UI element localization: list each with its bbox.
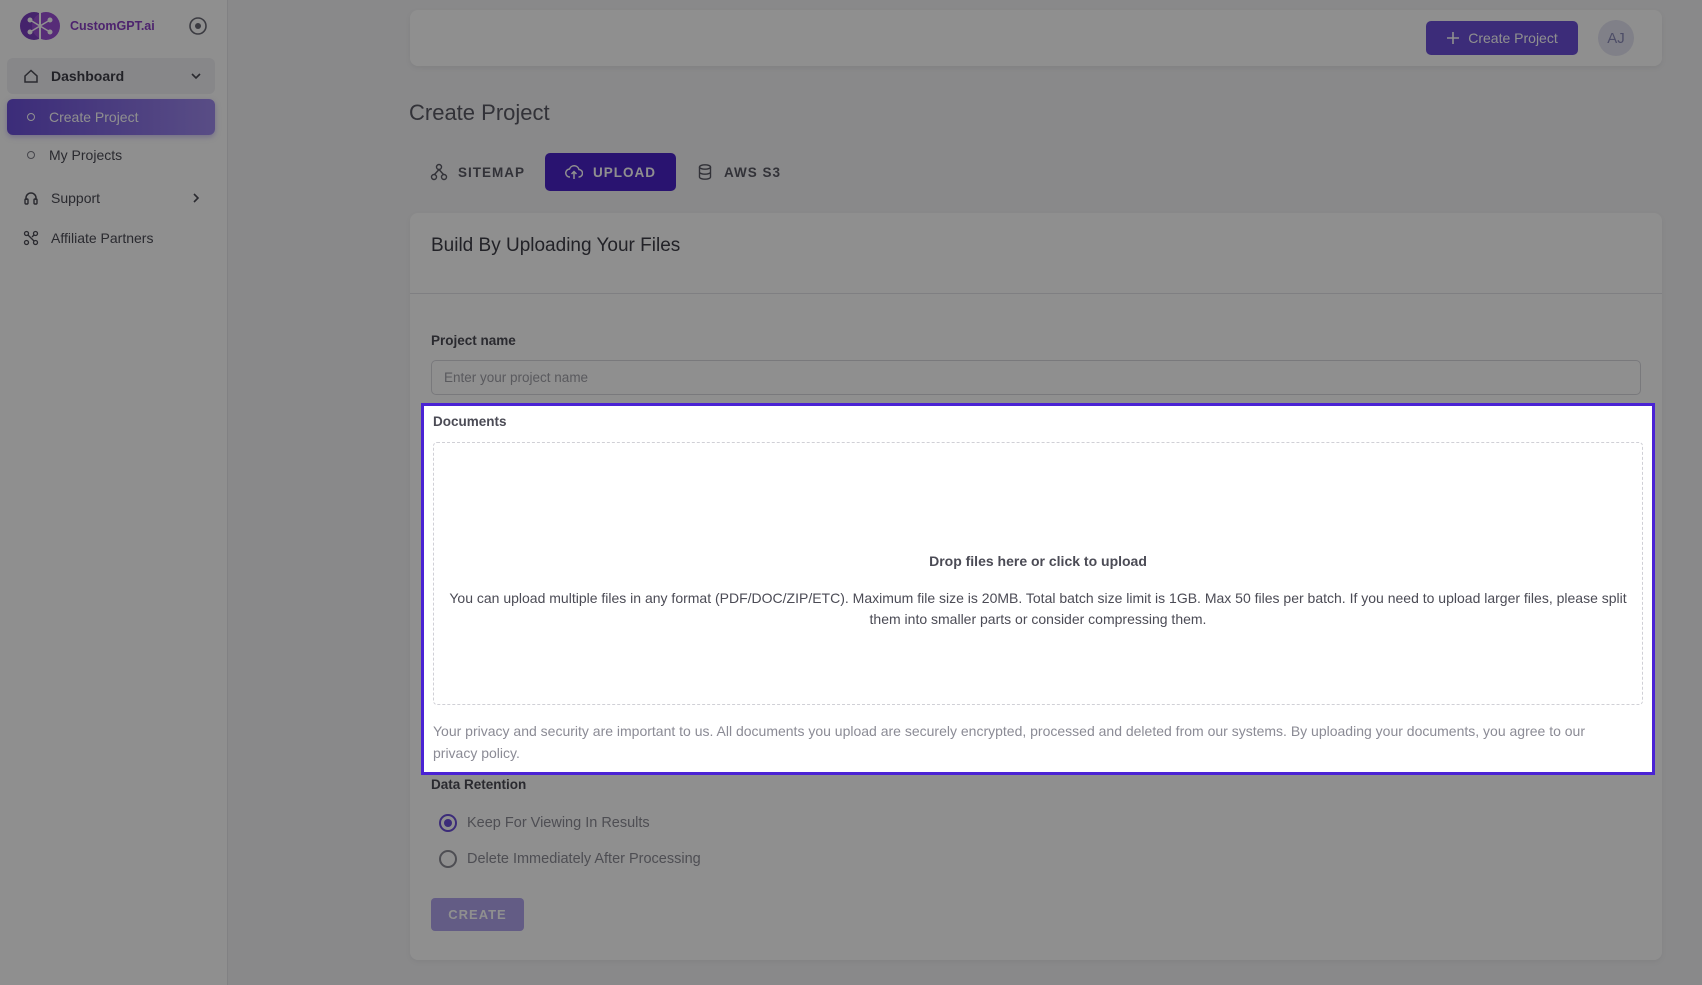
brand-name: CustomGPT.ai — [70, 19, 155, 33]
sidebar-item-support[interactable]: Support — [7, 180, 215, 216]
brain-logo-icon — [20, 12, 60, 40]
sidebar-item-my-projects[interactable]: My Projects — [7, 137, 215, 173]
tab-sitemap-label: SITEMAP — [458, 164, 526, 180]
sidebar-item-label: Dashboard — [51, 68, 125, 84]
header-create-project-label: Create Project — [1468, 30, 1558, 46]
tab-upload-label: UPLOAD — [593, 164, 657, 180]
tab-upload[interactable]: UPLOAD — [545, 153, 677, 191]
header-create-project-button[interactable]: Create Project — [1426, 21, 1578, 55]
sitemap-icon — [430, 163, 448, 181]
sidebar-item-label: My Projects — [49, 147, 123, 163]
tab-aws-s3[interactable]: AWS S3 — [676, 153, 801, 191]
radio-keep-for-viewing[interactable]: Keep For Viewing In Results — [439, 814, 650, 832]
documents-section: Documents Drop files here or click to up… — [421, 403, 1655, 775]
database-icon — [698, 164, 712, 180]
sidebar-item-dashboard[interactable]: Dashboard — [7, 58, 215, 94]
radio-delete-immediately[interactable]: Delete Immediately After Processing — [439, 850, 701, 868]
privacy-notice: Your privacy and security are important … — [433, 723, 1585, 761]
sidebar-item-affiliate-partners[interactable]: Affiliate Partners — [7, 220, 215, 256]
project-name-label: Project name — [431, 333, 516, 348]
chevron-down-icon — [191, 73, 201, 80]
documents-label: Documents — [433, 414, 507, 429]
headset-icon — [24, 192, 38, 205]
dropzone-description: You can upload multiple files in any for… — [449, 590, 1627, 627]
plus-icon — [1447, 32, 1460, 44]
home-icon — [24, 69, 38, 83]
avatar[interactable]: AJ — [1598, 20, 1634, 56]
radio-unselected-icon[interactable] — [439, 850, 457, 868]
top-bar: Create Project AJ — [410, 10, 1662, 66]
sidebar-item-label: Create Project — [49, 109, 139, 125]
sidebar-item-label: Affiliate Partners — [51, 230, 154, 246]
bullet-icon — [27, 113, 35, 121]
source-tabs: SITEMAP UPLOAD AWS S3 — [410, 153, 801, 191]
cloud-upload-icon — [565, 165, 584, 179]
bullet-icon — [27, 151, 35, 159]
network-icon — [23, 230, 39, 246]
create-button[interactable]: CREATE — [431, 898, 524, 931]
brand[interactable]: CustomGPT.ai — [18, 4, 155, 48]
card-title: Build By Uploading Your Files — [431, 235, 681, 256]
sidebar-item-create-project[interactable]: Create Project — [7, 99, 215, 135]
data-retention-label: Data Retention — [431, 777, 527, 792]
card-divider — [410, 293, 1662, 294]
project-name-input[interactable] — [431, 360, 1641, 395]
dropzone-title: Drop files here or click to upload — [929, 553, 1147, 569]
tab-aws-s3-label: AWS S3 — [724, 164, 782, 180]
radio-selected-icon[interactable] — [439, 814, 457, 832]
sidebar: CustomGPT.ai Dashboard Create Project My… — [0, 0, 228, 985]
tab-sitemap[interactable]: SITEMAP — [410, 153, 545, 191]
chevron-right-icon — [193, 193, 200, 203]
radio-label: Keep For Viewing In Results — [467, 815, 650, 831]
page-title: Create Project — [409, 100, 550, 125]
sidebar-toggle-icon[interactable] — [188, 16, 208, 36]
sidebar-item-label: Support — [51, 190, 101, 206]
radio-label: Delete Immediately After Processing — [467, 851, 701, 867]
file-dropzone[interactable]: Drop files here or click to upload You c… — [433, 442, 1643, 705]
